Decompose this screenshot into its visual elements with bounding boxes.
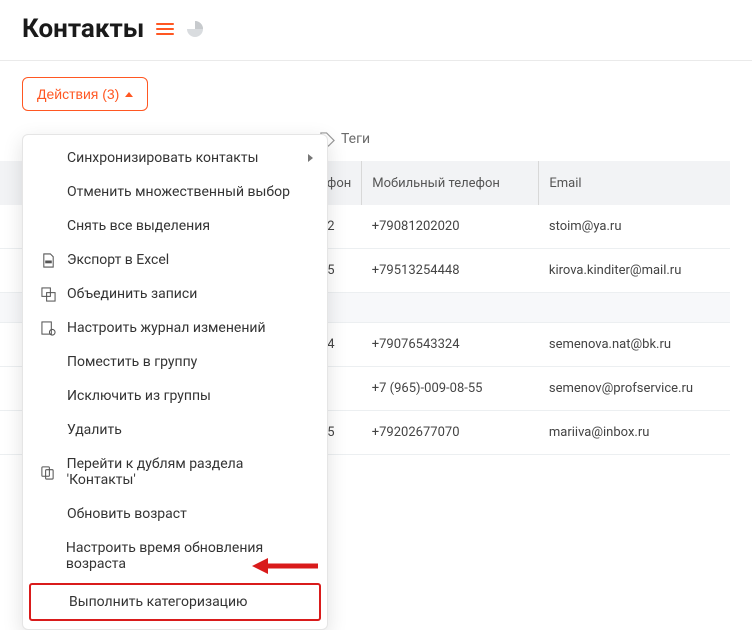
menu-go-to-duplicates[interactable]: Перейти к дублям раздела 'Контакты': [23, 447, 327, 497]
pie-chart-icon[interactable]: [186, 20, 204, 38]
menu-update-age[interactable]: Обновить возраст: [23, 497, 327, 531]
menu-item-label: Синхронизировать контакты: [67, 150, 258, 166]
menu-item-label: Объединить записи: [67, 286, 197, 302]
menu-deselect-all[interactable]: Снять все выделения: [23, 209, 327, 243]
menu-item-label: Настроить журнал изменений: [67, 320, 266, 336]
menu-export-excel[interactable]: Экспорт в Excel: [23, 243, 327, 277]
menu-item-label: Удалить: [67, 422, 122, 438]
menu-item-label: Обновить возраст: [67, 506, 187, 522]
annotation-arrow-icon: [250, 551, 320, 585]
cell-mobile: +79202677070: [362, 411, 539, 455]
menu-item-label: Выполнить категоризацию: [69, 594, 248, 610]
cell-email[interactable]: stoim@ya.ru: [539, 205, 730, 249]
menu-delete[interactable]: Удалить: [23, 413, 327, 447]
toolbar: Действия (3): [0, 77, 752, 125]
menu-run-categorization[interactable]: Выполнить категоризацию: [29, 583, 321, 621]
merge-icon: [39, 287, 57, 302]
menu-item-label: Поместить в группу: [67, 354, 197, 370]
menu-item-label: Перейти к дублям раздела 'Контакты': [67, 456, 311, 488]
cell-mobile: +79513254448: [362, 249, 539, 293]
cell-email[interactable]: mariiva@inbox.ru: [539, 411, 730, 455]
page-header: Контакты: [0, 0, 752, 54]
list-icon[interactable]: [156, 22, 174, 36]
actions-button[interactable]: Действия (3): [22, 77, 148, 111]
cell-mobile: +79081202020: [362, 205, 539, 249]
menu-item-label: Исключить из группы: [67, 388, 211, 404]
tab-tags-label: Теги: [341, 131, 370, 147]
cell-mobile: +79076543324: [362, 323, 539, 367]
cell-email[interactable]: kirova.kinditer@mail.ru: [539, 249, 730, 293]
menu-add-to-group[interactable]: Поместить в группу: [23, 345, 327, 379]
caret-up-icon: [125, 92, 133, 97]
menu-cancel-multiselect[interactable]: Отменить множественный выбор: [23, 175, 327, 209]
changelog-gear-icon: [39, 321, 57, 336]
menu-remove-from-group[interactable]: Исключить из группы: [23, 379, 327, 413]
cell-email[interactable]: semenova.nat@bk.ru: [539, 323, 730, 367]
excel-file-icon: [39, 253, 57, 268]
header-divider: [0, 60, 752, 61]
menu-sync-contacts[interactable]: Синхронизировать контакты: [23, 141, 327, 175]
menu-item-label: Экспорт в Excel: [67, 252, 169, 268]
chevron-right-icon: [308, 154, 313, 162]
menu-merge-records[interactable]: Объединить записи: [23, 277, 327, 311]
col-mobile[interactable]: Мобильный телефон: [362, 161, 539, 205]
col-email[interactable]: Email: [539, 161, 730, 205]
actions-button-label: Действия (3): [37, 86, 119, 102]
cell-email[interactable]: semenov@profservice.ru: [539, 367, 730, 411]
cell-mobile: +7 (965)-009-08-55: [362, 367, 539, 411]
menu-configure-changelog[interactable]: Настроить журнал изменений: [23, 311, 327, 345]
menu-item-label: Снять все выделения: [67, 218, 210, 234]
copy-icon: [39, 465, 57, 480]
menu-item-label: Отменить множественный выбор: [67, 184, 290, 200]
page-title: Контакты: [22, 14, 144, 44]
